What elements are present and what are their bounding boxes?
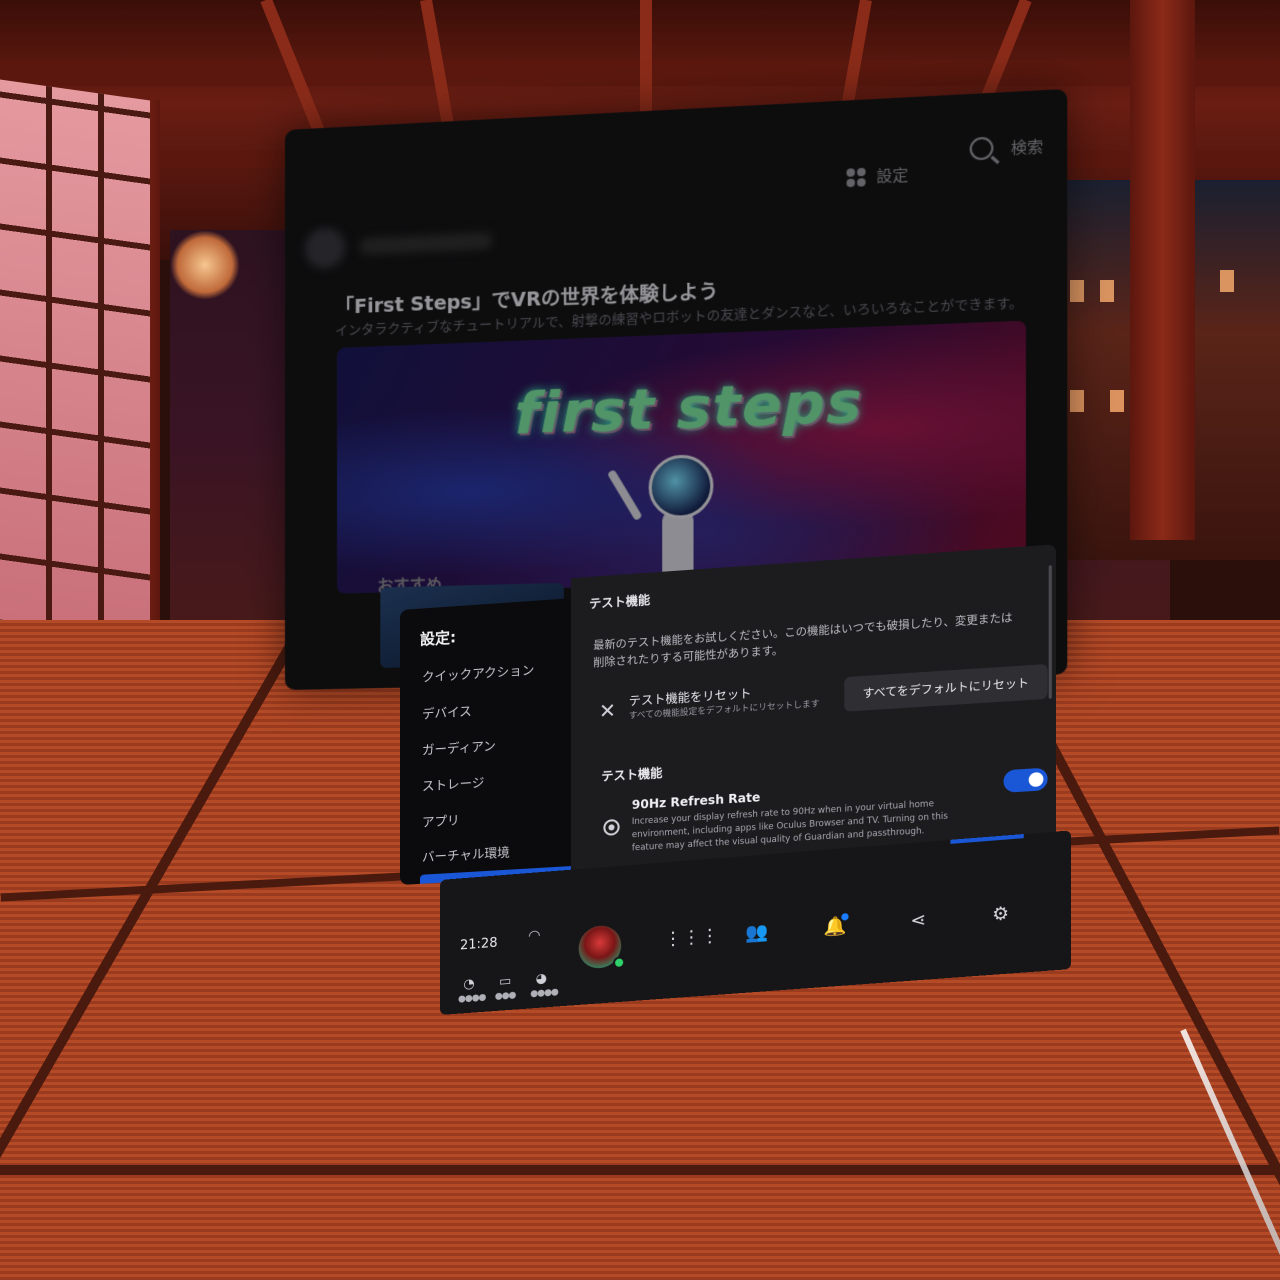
content-description: 最新のテスト機能をお試しください。この機能はいつでも破損したり、変更または削除さ… [593,610,1013,670]
search-link[interactable]: 検索 [969,134,1044,161]
right-controller-icon: ◕ ●●●● [530,971,558,1000]
notifications-icon[interactable]: 🔔 [820,911,851,944]
search-icon [969,136,994,161]
reset-features-row: ✕ テスト機能をリセット すべての機能設定をデフォルトにリセットします すべてを… [593,661,1048,740]
user-avatar[interactable] [578,924,626,970]
window-light [1220,270,1234,292]
tatami-border [0,617,310,1195]
headset-icon: ▭ ●●● [494,973,516,1002]
sidebar-title: 設定: [419,628,457,649]
robot-head [648,453,714,520]
first-steps-logo: first steps [514,368,863,448]
features-section-title: テスト機能 [601,765,663,784]
notification-badge [841,912,849,921]
pillar [1130,0,1195,540]
settings-icon[interactable]: ⚙ [985,898,1016,931]
wifi-icon: ◠ [528,927,541,945]
content-title: テスト機能 [589,592,651,612]
sidebar-item-apps[interactable]: アプリ [422,809,460,830]
apps-icon[interactable]: ⋮⋮⋮ [664,923,719,956]
window-light [1070,390,1084,412]
share-icon[interactable]: ⋖ [903,904,934,937]
settings-grid-icon [846,167,866,187]
robot-arm [606,469,643,522]
sidebar-item-storage[interactable]: ストレージ [422,772,484,795]
online-indicator [613,956,626,970]
left-controller-icon: ◔ ●●●● [457,976,486,1005]
sidebar-item-virtual-environment[interactable]: バーチャル環境 [422,842,510,866]
search-link-label: 検索 [1010,136,1044,158]
refresh-rate-toggle[interactable] [1003,767,1048,793]
device-status: ◔ ●●●● ▭ ●●● ◕ ●●●● [457,971,558,1007]
window-light [1070,280,1084,302]
display-icon [603,818,620,836]
settings-sidebar: 設定: クイックアクション デバイス ガーディアン ストレージ アプリ バーチャ… [400,598,571,885]
hanging-lantern [170,230,240,300]
tools-icon: ✕ [598,698,616,724]
toggle-knob [1028,771,1044,788]
people-icon[interactable]: 👥 [742,917,773,950]
scrollbar[interactable] [1048,565,1052,699]
sidebar-item-guardian[interactable]: ガーディアン [422,735,496,759]
settings-link-label: 設定 [876,165,909,186]
tatami-border [0,1165,1280,1175]
avatar [304,227,346,270]
settings-content: テスト機能 最新のテスト機能をお試しください。この機能はいつでも破損したり、変更… [570,544,1057,876]
reset-all-button[interactable]: すべてをデフォルトにリセット [844,663,1048,712]
sidebar-item-device[interactable]: デバイス [422,700,472,722]
shoji-screen [0,79,150,641]
window-light [1110,390,1124,412]
sidebar-item-quick-actions[interactable]: クイックアクション [422,659,534,685]
settings-panel: 設定: クイックアクション デバイス ガーディアン ストレージ アプリ バーチャ… [400,534,1057,890]
window-light [1100,280,1114,302]
user-name-blurred [360,232,492,255]
settings-link[interactable]: 設定 [846,164,908,189]
clock: 21:28 [459,935,498,954]
